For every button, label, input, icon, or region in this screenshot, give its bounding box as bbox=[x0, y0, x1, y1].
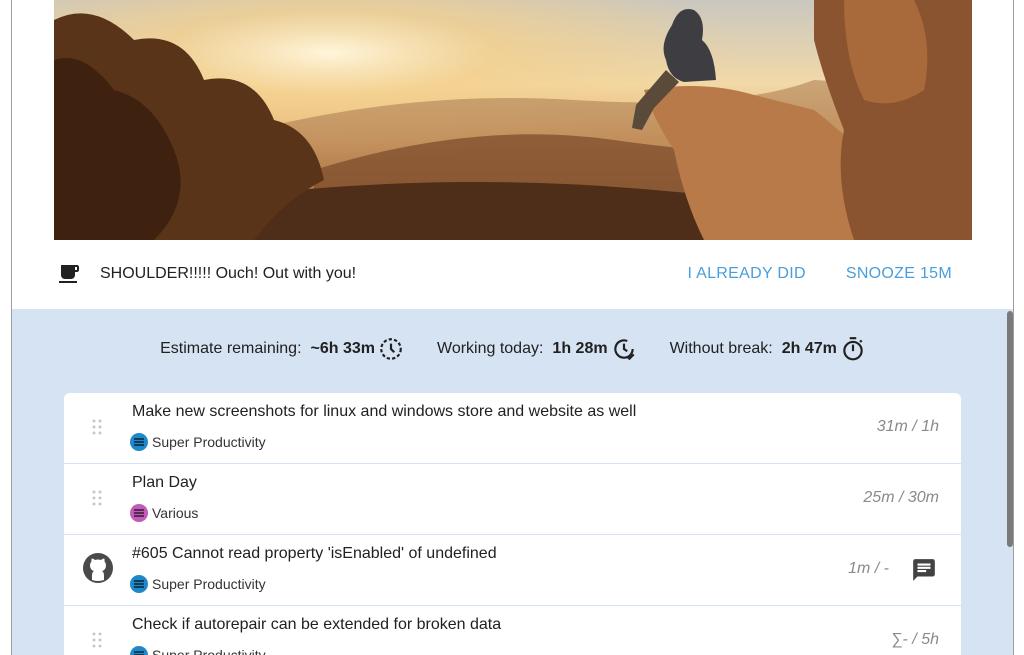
task-title[interactable]: #605 Cannot read property 'isEnabled' of… bbox=[132, 545, 497, 563]
project-name: Super Productivity bbox=[152, 576, 266, 592]
metric-estimate: Estimate remaining: ~6h 33m bbox=[160, 335, 405, 363]
timer-icon bbox=[839, 335, 867, 363]
snooze-button[interactable]: SNOOZE 15M bbox=[846, 265, 952, 283]
task-time[interactable]: ∑- / 5h bbox=[891, 631, 939, 649]
project-name: Super Productivity bbox=[152, 647, 266, 655]
task-title[interactable]: Plan Day bbox=[132, 474, 197, 492]
drag-handle-icon[interactable] bbox=[92, 490, 102, 506]
task-title[interactable]: Make new screenshots for linux and windo… bbox=[132, 403, 636, 421]
project-tag[interactable]: Various bbox=[130, 504, 198, 522]
project-list-icon bbox=[130, 646, 148, 655]
task-title[interactable]: Check if autorepair can be extended for … bbox=[132, 616, 501, 634]
project-name: Various bbox=[152, 505, 199, 521]
project-tag[interactable]: Super Productivity bbox=[130, 575, 266, 593]
task-time[interactable]: 31m / 1h bbox=[877, 418, 939, 436]
working-value: 1h 28m bbox=[552, 340, 608, 357]
clock-check-icon bbox=[610, 335, 638, 363]
task-row[interactable]: Check if autorepair can be extended for … bbox=[64, 606, 961, 655]
task-time[interactable]: 25m / 30m bbox=[863, 489, 939, 507]
metric-working-today: Working today: 1h 28m bbox=[437, 335, 638, 363]
banner-image bbox=[54, 0, 972, 240]
working-label: Working today: bbox=[437, 340, 544, 357]
project-list-icon bbox=[130, 433, 148, 451]
coffee-icon bbox=[56, 261, 82, 287]
project-name: Super Productivity bbox=[152, 434, 266, 450]
task-row[interactable]: Make new screenshots for linux and windo… bbox=[64, 393, 961, 464]
app-window: SHOULDER!!!!! Ouch! Out with you! I ALRE… bbox=[11, 0, 1014, 655]
comment-icon[interactable] bbox=[911, 557, 937, 583]
break-label: Without break: bbox=[669, 340, 773, 357]
github-icon bbox=[82, 552, 114, 584]
estimate-label: Estimate remaining: bbox=[160, 340, 302, 357]
task-row[interactable]: Plan Day Various 25m / 30m bbox=[64, 464, 961, 535]
drag-handle-icon[interactable] bbox=[92, 632, 102, 648]
project-list-icon bbox=[130, 575, 148, 593]
project-tag[interactable]: Super Productivity bbox=[130, 433, 266, 451]
metric-without-break: Without break: 2h 47m bbox=[670, 335, 867, 363]
banner-message: SHOULDER!!!!! Ouch! Out with you! bbox=[100, 265, 357, 282]
task-time[interactable]: 1m / - bbox=[848, 560, 889, 578]
already-did-button[interactable]: I ALREADY DID bbox=[688, 265, 806, 283]
project-tag[interactable]: Super Productivity bbox=[130, 646, 266, 655]
timelapse-icon bbox=[377, 335, 405, 363]
reminder-banner: SHOULDER!!!!! Ouch! Out with you! I ALRE… bbox=[54, 240, 972, 308]
work-view: Estimate remaining: ~6h 33m Working toda… bbox=[12, 309, 1013, 655]
break-value: 2h 47m bbox=[781, 340, 837, 357]
estimate-value: ~6h 33m bbox=[310, 340, 375, 357]
drag-handle-icon[interactable] bbox=[92, 419, 102, 435]
metrics-bar: Estimate remaining: ~6h 33m Working toda… bbox=[12, 335, 1013, 363]
task-list: Make new screenshots for linux and windo… bbox=[64, 393, 961, 655]
task-row[interactable]: #605 Cannot read property 'isEnabled' of… bbox=[64, 535, 961, 606]
project-list-icon bbox=[130, 504, 148, 522]
